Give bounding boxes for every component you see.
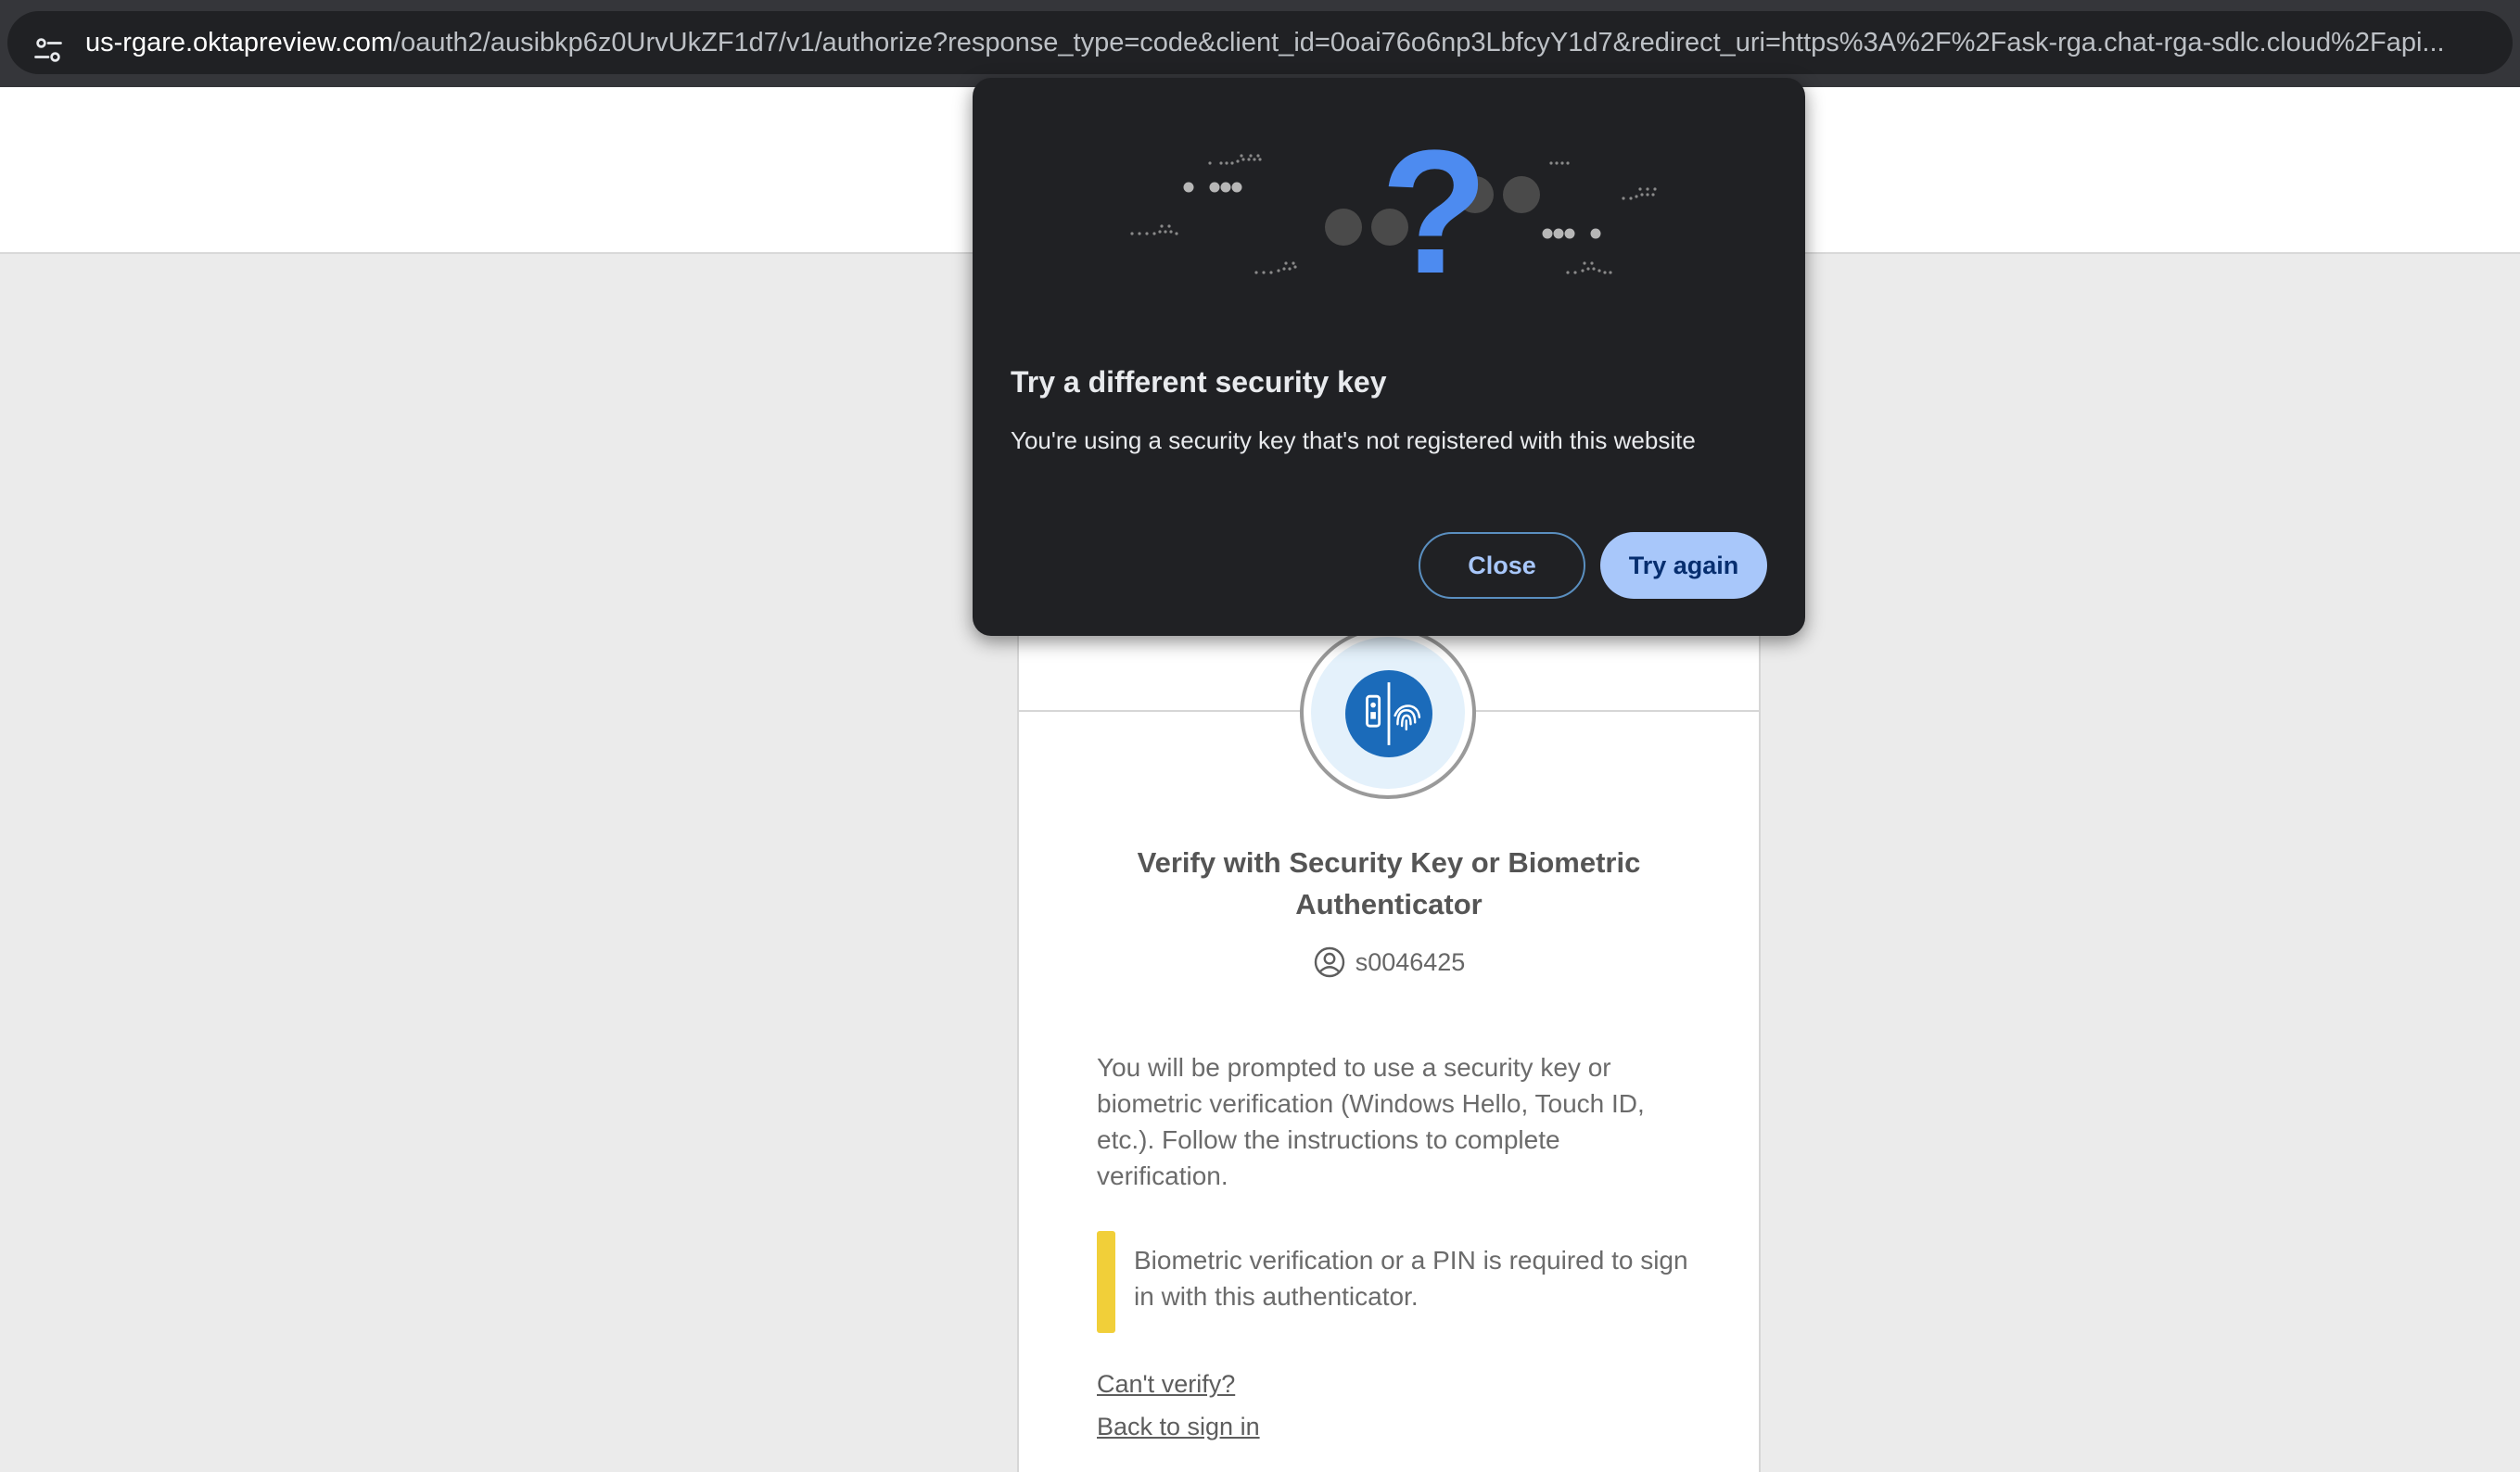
user-identifier: s0046425 [1075,944,1703,981]
url-text[interactable]: us-rgare.oktapreview.com/oauth2/ausibkp6… [85,11,2505,74]
security-key-fingerprint-icon [1345,670,1432,757]
authenticator-beacon [1300,627,1476,799]
question-mark-icon: ? [1381,137,1488,311]
cant-verify-link[interactable]: Can't verify? [1097,1370,1235,1399]
verification-card: Verify with Security Key or Biometric Au… [1017,625,1761,1472]
browser-toolbar: us-rgare.oktapreview.com/oauth2/ausibkp6… [0,0,2520,87]
url-host: us-rgare.oktapreview.com [85,28,394,57]
unknown-key-illustration: ? [1130,137,1657,311]
security-key-dialog: ? Try a different security key You're us… [973,78,1805,636]
back-to-sign-in-link[interactable]: Back to sign in [1097,1413,1260,1441]
callout-text: Biometric verification or a PIN is requi… [1134,1246,1688,1311]
verification-instructions: You will be prompted to use a security k… [1097,1053,1645,1190]
card-title: Verify with Security Key or Biometric Au… [1137,846,1641,920]
callout-accent-bar [1097,1231,1115,1333]
dialog-message: You're using a security key that's not r… [1011,426,1696,454]
user-icon [1314,946,1344,978]
address-bar[interactable]: us-rgare.oktapreview.com/oauth2/ausibkp6… [7,11,2513,74]
try-again-button[interactable]: Try again [1600,532,1767,599]
pin-required-callout: Biometric verification or a PIN is requi… [1097,1231,1690,1333]
beacon-background [1311,637,1465,789]
username: s0046425 [1355,947,1466,976]
url-path: /oauth2/ausibkp6z0UrvUkZF1d7/v1/authoriz… [393,28,2445,57]
dialog-title: Try a different security key [1011,365,1387,399]
site-info-icon[interactable] [32,33,65,67]
close-button[interactable]: Close [1419,532,1585,599]
